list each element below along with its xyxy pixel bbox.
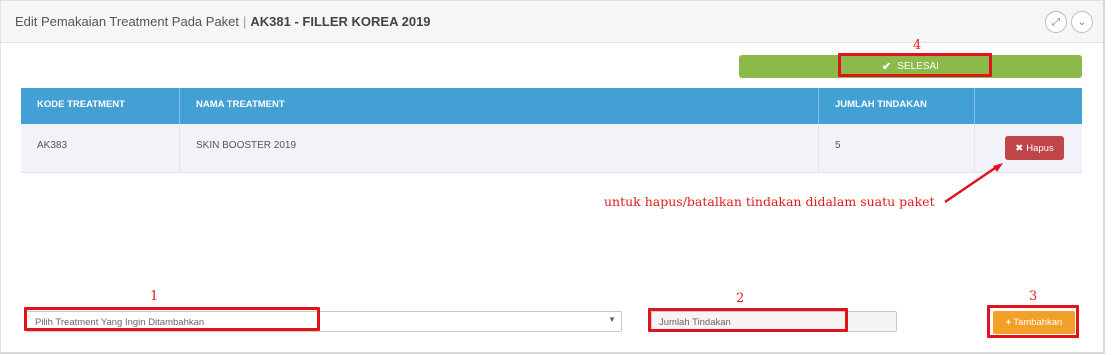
header-kode: KODE TREATMENT [21, 88, 180, 124]
title-text: Edit Pemakaian Treatment Pada Paket [15, 14, 240, 29]
panel-header: Edit Pemakaian Treatment Pada Paket | AK38… [1, 1, 1103, 43]
plus-icon: + [1005, 317, 1012, 328]
cell-nama: SKIN BOOSTER 2019 [180, 124, 819, 172]
package-name: AK381 - FILLER KOREA 2019 [250, 14, 431, 29]
treatment-table: KODE TREATMENT NAMA TREATMENT JUMLAH TIN… [21, 88, 1082, 173]
hapus-label: Hapus [1026, 142, 1054, 154]
dropdown-arrow-icon: ▼ [608, 315, 616, 324]
chevron-down-icon: ⌄ [1077, 16, 1087, 28]
header-jumlah: JUMLAH TINDAKAN [819, 88, 975, 124]
tambahkan-label: Tambahkan [1013, 317, 1063, 328]
table-header: KODE TREATMENT NAMA TREATMENT JUMLAH TIN… [21, 88, 1082, 124]
annotation-number-4: 4 [913, 38, 922, 53]
selesai-label: SELESAI [897, 61, 939, 72]
selesai-button[interactable]: ✔ SELESAI [739, 55, 1082, 78]
treatment-select-placeholder: Pilih Treatment Yang Ingin Ditambahkan [35, 317, 205, 328]
tambahkan-button[interactable]: + Tambahkan [993, 311, 1075, 334]
annotation-arrow [944, 163, 1003, 204]
check-icon: ✔ [882, 61, 892, 73]
table-row: AK383 SKIN BOOSTER 2019 5 ✖ Hapus [21, 124, 1082, 173]
page-title: Edit Pemakaian Treatment Pada Paket | AK38… [15, 14, 431, 29]
title-separator: | [243, 14, 247, 29]
hapus-button[interactable]: ✖ Hapus [1005, 136, 1064, 160]
cell-kode: AK383 [21, 124, 180, 172]
annotation-note: untuk hapus/batalkan tindakan didalam su… [604, 194, 935, 209]
expand-button[interactable]: ⤢ [1045, 11, 1067, 33]
qty-input[interactable]: Jumlah Tindakan [651, 311, 897, 332]
annotation-number-1: 1 [150, 289, 159, 304]
header-nama: NAMA TREATMENT [180, 88, 819, 124]
qty-placeholder: Jumlah Tindakan [659, 317, 731, 328]
collapse-button[interactable]: ⌄ [1071, 11, 1093, 33]
header-action [975, 88, 1082, 124]
close-icon: ✖ [1015, 142, 1024, 154]
expand-icon: ⤢ [1052, 16, 1060, 28]
treatment-select[interactable]: Pilih Treatment Yang Ingin Ditambahkan ▼ [26, 311, 622, 332]
annotation-number-3: 3 [1029, 289, 1038, 304]
annotation-number-2: 2 [736, 291, 745, 306]
